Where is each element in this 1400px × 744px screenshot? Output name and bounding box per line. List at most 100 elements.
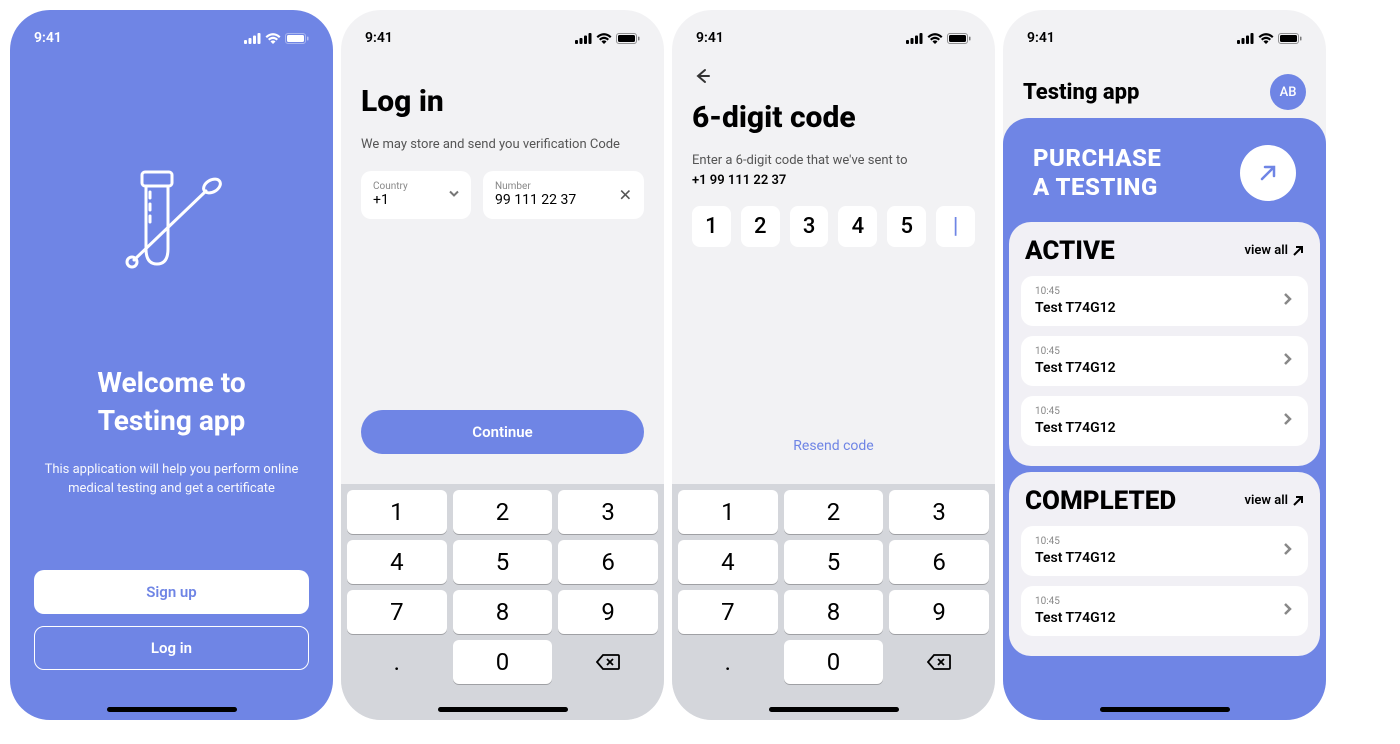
code-title: 6-digit code <box>692 100 975 135</box>
wifi-icon <box>1258 33 1274 44</box>
chevron-right-icon <box>1280 541 1294 560</box>
test-time: 10:45 <box>1035 596 1116 607</box>
country-code-select[interactable]: Country +1 <box>361 171 471 219</box>
view-all-active[interactable]: view all <box>1245 243 1304 258</box>
keypad-key-5[interactable]: 5 <box>453 540 553 584</box>
test-name: Test T74G12 <box>1035 550 1116 566</box>
arrow-up-right-icon <box>1292 495 1304 507</box>
purchase-card[interactable]: PURCHASEA TESTING <box>1009 124 1320 222</box>
numeric-keypad: 123 456 789.0 <box>341 484 664 720</box>
code-input-row[interactable]: 12345| <box>692 206 975 247</box>
battery-icon <box>616 33 640 44</box>
status-icons <box>575 33 640 44</box>
chevron-right-icon <box>1280 601 1294 620</box>
completed-title: COMPLETED <box>1025 486 1176 516</box>
keypad-key-8[interactable]: 8 <box>784 590 884 634</box>
test-time: 10:45 <box>1035 406 1116 417</box>
test-item[interactable]: 10:45Test T74G12 <box>1021 586 1308 636</box>
test-name: Test T74G12 <box>1035 360 1116 376</box>
view-all-completed[interactable]: view all <box>1245 493 1304 508</box>
status-time: 9:41 <box>696 30 724 46</box>
battery-icon <box>1278 33 1302 44</box>
wifi-icon <box>596 33 612 44</box>
backspace-icon <box>927 653 951 671</box>
code-phone: +1 99 111 22 37 <box>692 173 786 188</box>
clear-input-icon[interactable]: ✕ <box>619 185 632 204</box>
keypad-key-4[interactable]: 4 <box>678 540 778 584</box>
number-label: Number <box>495 181 632 192</box>
avatar[interactable]: AB <box>1270 74 1306 110</box>
continue-button[interactable]: Continue <box>361 410 644 454</box>
signal-icon <box>1237 33 1254 44</box>
keypad-key-0[interactable]: 0 <box>784 640 884 684</box>
home-indicator[interactable] <box>1100 707 1230 712</box>
arrow-up-right-icon <box>1256 161 1280 185</box>
battery-icon <box>285 33 309 44</box>
code-digit-4[interactable]: 4 <box>838 206 877 247</box>
keypad-key-2[interactable]: 2 <box>784 490 884 534</box>
test-item[interactable]: 10:45Test T74G12 <box>1021 396 1308 446</box>
login-button[interactable]: Log in <box>34 626 309 670</box>
code-screen: 9:41 6-digit code Enter a 6-digit code t… <box>672 10 995 720</box>
code-digit-5[interactable]: 5 <box>887 206 926 247</box>
login-subtitle: We may store and send you verification C… <box>361 135 644 155</box>
code-digit-2[interactable]: 2 <box>741 206 780 247</box>
keypad-key-6[interactable]: 6 <box>889 540 989 584</box>
welcome-screen: 9:41 Welcome toTesting app This applicat… <box>10 10 333 720</box>
keypad-key-9[interactable]: 9 <box>889 590 989 634</box>
signal-icon <box>244 33 261 44</box>
keypad-key-5[interactable]: 5 <box>784 540 884 584</box>
signup-button[interactable]: Sign up <box>34 570 309 614</box>
active-title: ACTIVE <box>1025 236 1115 266</box>
status-time: 9:41 <box>365 30 393 46</box>
code-digit-1[interactable]: 1 <box>692 206 731 247</box>
test-tube-swab-icon <box>112 164 232 284</box>
keypad-key-9[interactable]: 9 <box>558 590 658 634</box>
back-button[interactable] <box>672 54 995 90</box>
keypad-key-1[interactable]: 1 <box>678 490 778 534</box>
test-item[interactable]: 10:45Test T74G12 <box>1021 276 1308 326</box>
home-indicator[interactable] <box>107 707 237 712</box>
test-item[interactable]: 10:45 Test T74G12 <box>1021 336 1308 386</box>
app-title: Testing app <box>1023 80 1139 105</box>
keypad-key-7[interactable]: 7 <box>347 590 447 634</box>
home-indicator[interactable] <box>769 707 899 712</box>
login-screen: 9:41 Log in We may store and send you ve… <box>341 10 664 720</box>
status-bar: 9:41 <box>10 10 333 54</box>
number-value: 99 111 22 37 <box>495 192 632 208</box>
chevron-right-icon <box>1280 351 1294 370</box>
dashboard-screen: 9:41 Testing app AB PURCHASEA TESTING AC… <box>1003 10 1326 720</box>
keypad-key-4[interactable]: 4 <box>347 540 447 584</box>
keypad-key-3[interactable]: 3 <box>558 490 658 534</box>
chevron-right-icon <box>1280 291 1294 310</box>
keypad-delete[interactable] <box>558 640 658 684</box>
status-icons <box>906 33 971 44</box>
welcome-description: This application will help you perform o… <box>34 460 309 499</box>
keypad-key-2[interactable]: 2 <box>453 490 553 534</box>
status-icons <box>244 33 309 44</box>
dashboard-body: PURCHASEA TESTING ACTIVE view all 10:45 T… <box>1003 118 1326 720</box>
status-time: 9:41 <box>34 30 62 46</box>
code-digit-6[interactable]: | <box>936 206 975 247</box>
keypad-key-7[interactable]: 7 <box>678 590 778 634</box>
keypad-key-3[interactable]: 3 <box>889 490 989 534</box>
test-time: 10:45 <box>1035 346 1116 357</box>
purchase-button[interactable] <box>1240 145 1296 201</box>
test-item[interactable]: 10:45Test T74G12 <box>1021 526 1308 576</box>
keypad-key-8[interactable]: 8 <box>453 590 553 634</box>
keypad-delete[interactable] <box>889 640 989 684</box>
chevron-right-icon <box>1280 411 1294 430</box>
wifi-icon <box>265 33 281 44</box>
active-section: ACTIVE view all 10:45Test T74G1210:45Tes… <box>1009 222 1320 466</box>
status-bar: 9:41 <box>341 10 664 54</box>
keypad-key-6[interactable]: 6 <box>558 540 658 584</box>
phone-number-input[interactable]: Number 99 111 22 37 ✕ <box>483 171 644 219</box>
keypad-key-1[interactable]: 1 <box>347 490 447 534</box>
login-title: Log in <box>361 84 644 119</box>
resend-code-link[interactable]: Resend code <box>672 438 995 454</box>
keypad-key-0[interactable]: 0 <box>453 640 553 684</box>
keypad-dot[interactable]: . <box>347 640 447 684</box>
keypad-dot[interactable]: . <box>678 640 778 684</box>
code-digit-3[interactable]: 3 <box>790 206 829 247</box>
home-indicator[interactable] <box>438 707 568 712</box>
